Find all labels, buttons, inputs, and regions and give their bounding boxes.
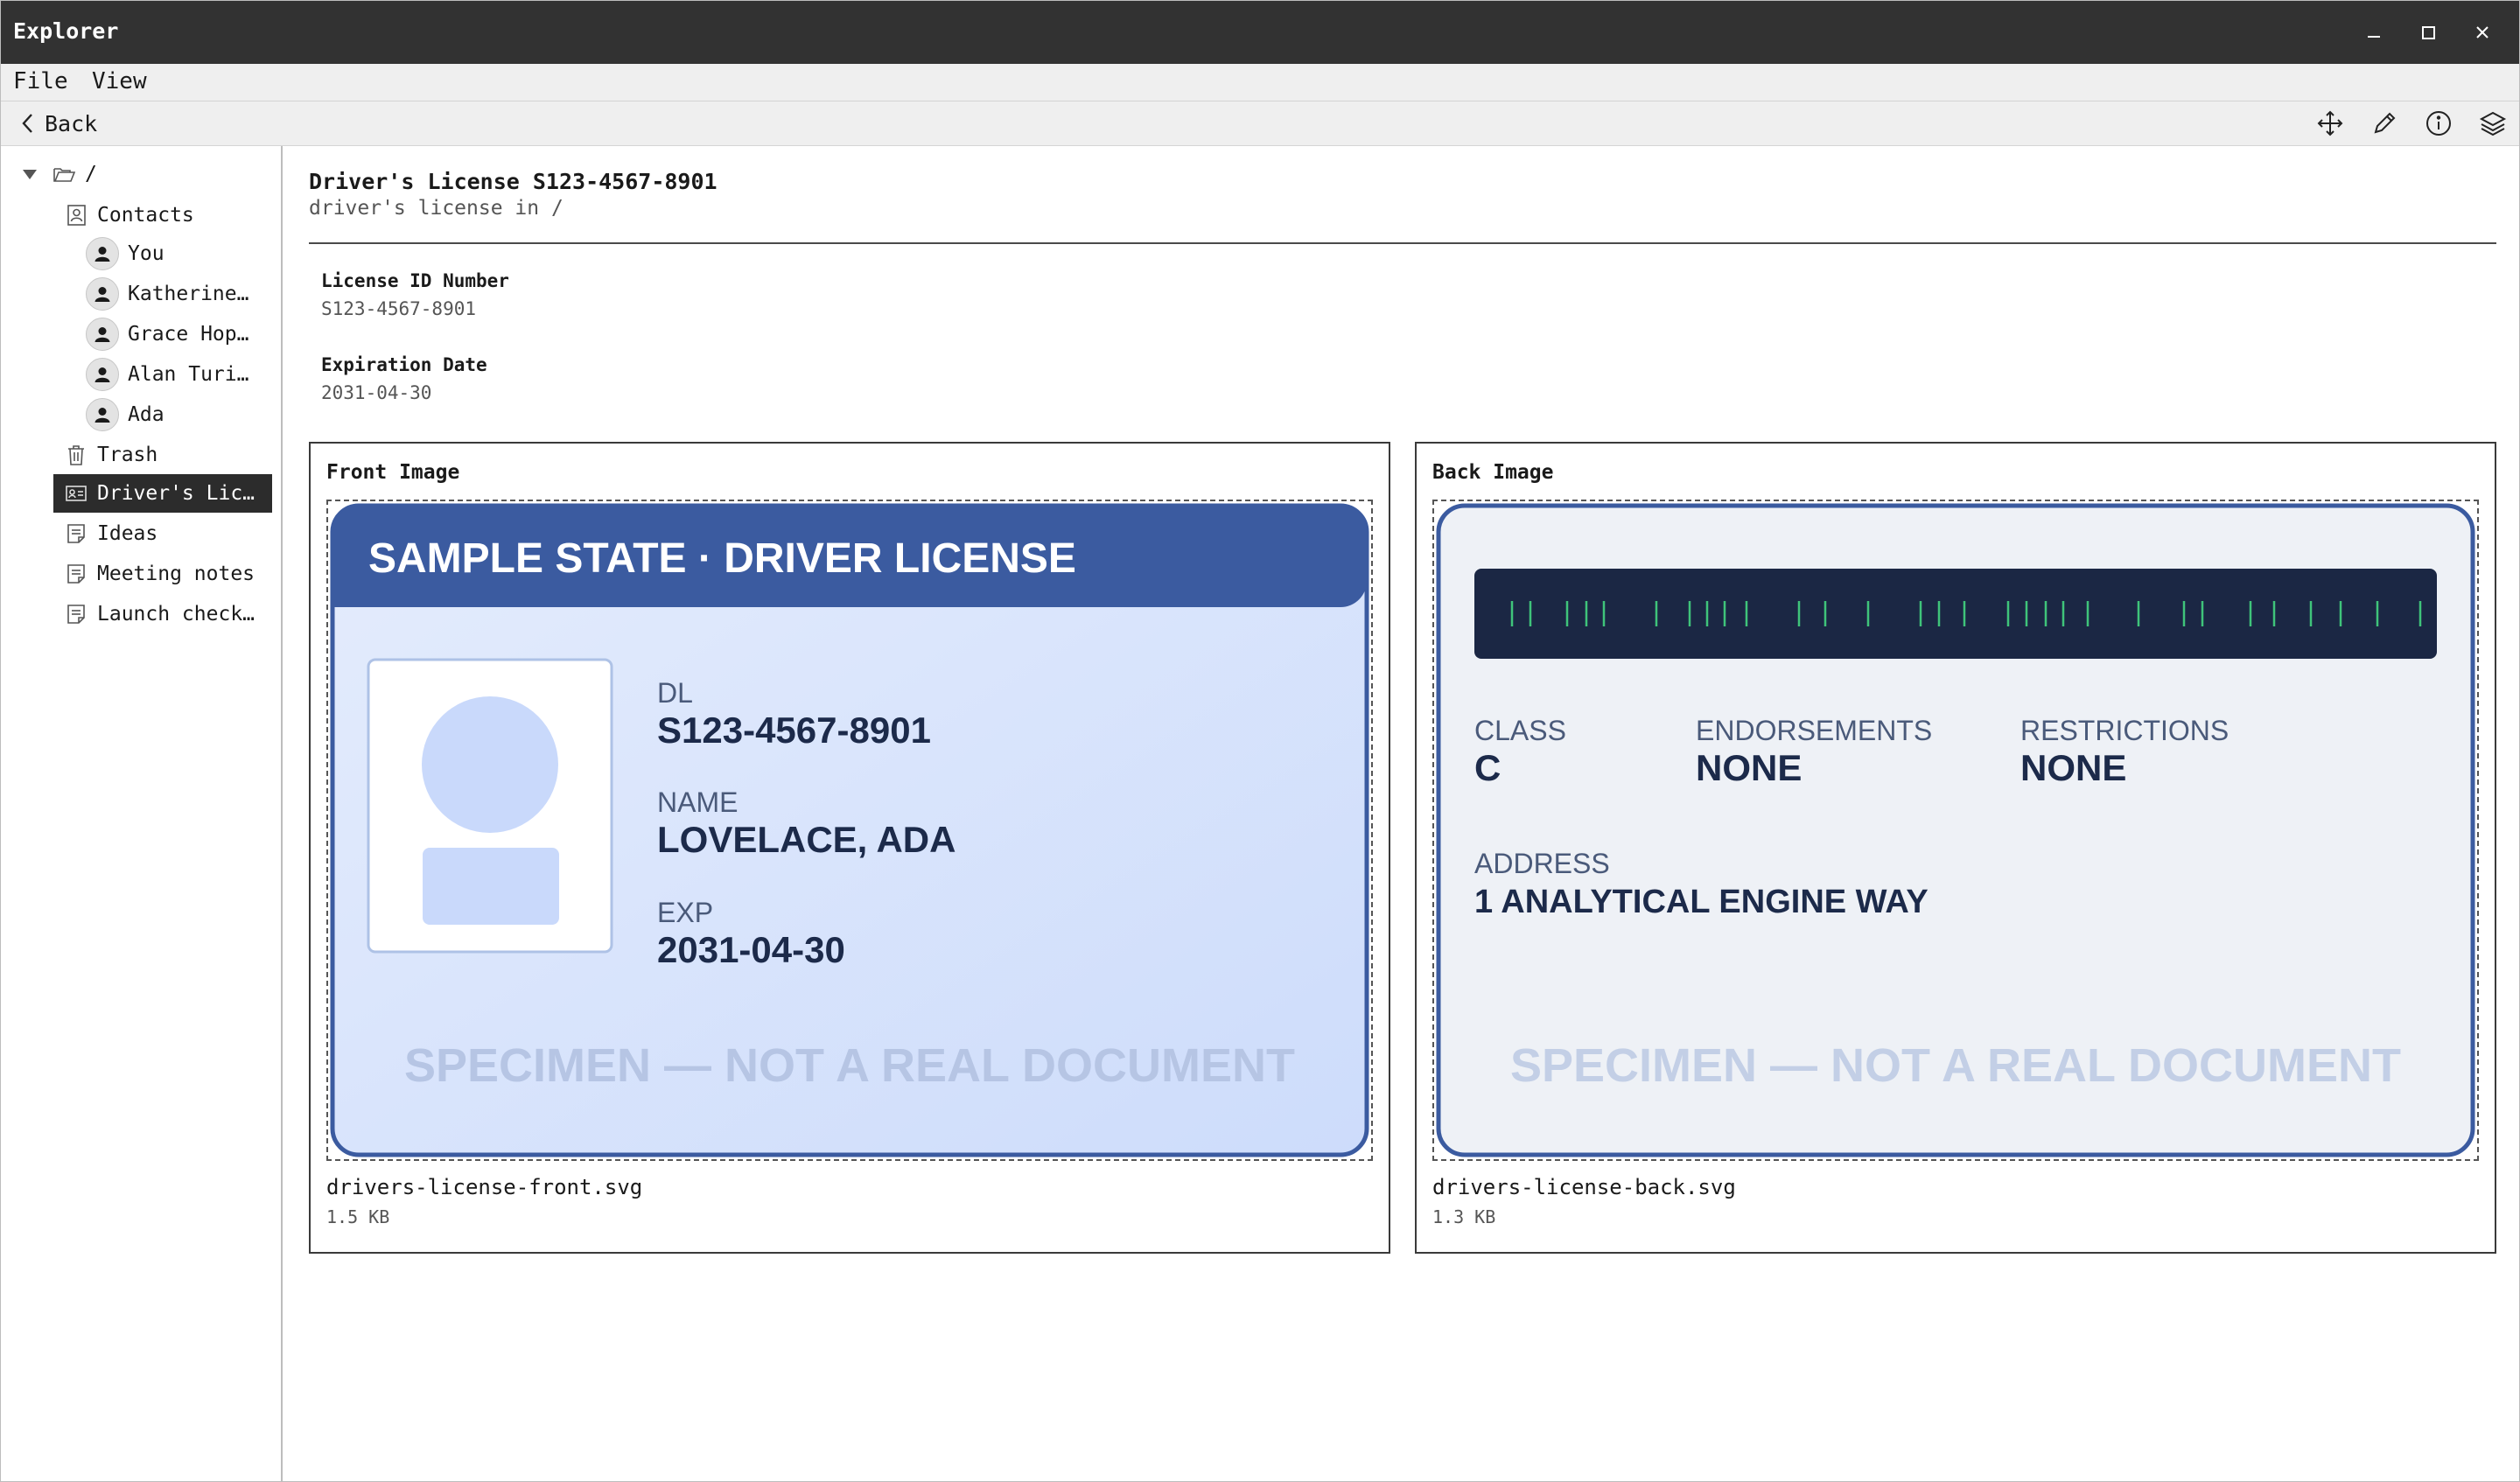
- move-icon[interactable]: [2314, 108, 2346, 139]
- class-value: C: [1474, 747, 1501, 788]
- document-title: Driver's License S123-4567-8901: [309, 169, 718, 194]
- sidebar-item-launch-checklist[interactable]: Launch check…: [64, 595, 255, 633]
- person-icon: [86, 277, 119, 311]
- endorsements-value: NONE: [1696, 747, 1802, 788]
- photo-shoulders: [423, 848, 559, 925]
- layers-icon[interactable]: [2477, 108, 2509, 139]
- sidebar-item-label: Grace Hop…: [128, 323, 249, 346]
- tree-root-label: /: [85, 163, 97, 185]
- name-label: NAME: [657, 786, 738, 818]
- caret-down-icon[interactable]: [20, 164, 39, 184]
- back-file-size: 1.3 KB: [1432, 1206, 1496, 1227]
- sidebar-item-trash[interactable]: Trash: [64, 436, 158, 474]
- restrictions-value: NONE: [2020, 747, 2126, 788]
- sidebar-item-you[interactable]: You: [86, 234, 164, 273]
- exp-label: EXP: [657, 897, 713, 928]
- back-button[interactable]: Back: [18, 108, 97, 139]
- person-icon: [86, 398, 119, 431]
- back-image-panel: Back Image CLASS C ENDORSEMENTS NONE RES…: [1415, 442, 2496, 1254]
- restrictions-label: RESTRICTIONS: [2020, 715, 2229, 746]
- back-panel-title: Back Image: [1432, 461, 1554, 484]
- sidebar-item-katherine[interactable]: Katherine…: [86, 275, 248, 313]
- sidebar-item-ada[interactable]: Ada: [86, 395, 164, 434]
- sidebar-item-grace[interactable]: Grace Hop…: [86, 315, 248, 353]
- sidebar-item-label: Launch check…: [97, 603, 256, 626]
- front-file-name: drivers-license-front.svg: [326, 1175, 643, 1199]
- back-label: Back: [45, 110, 98, 136]
- person-icon: [86, 358, 119, 391]
- exp-value: 2031-04-30: [657, 929, 845, 970]
- menu-file[interactable]: File: [10, 68, 72, 94]
- person-icon: [86, 237, 119, 270]
- maximize-icon[interactable]: [2412, 17, 2444, 48]
- front-image[interactable]: SAMPLE STATE · DRIVER LICENSE DL S123-45…: [326, 500, 1373, 1161]
- sidebar-item-label: Contacts: [97, 204, 194, 227]
- id-card-icon: [64, 481, 88, 506]
- sidebar-item-label: Alan Turi…: [128, 363, 249, 386]
- explorer-window: Explorer File View Back / Contacts You K…: [0, 0, 2520, 1482]
- back-card-graphic: CLASS C ENDORSEMENTS NONE RESTRICTIONS N…: [1436, 503, 2475, 1157]
- front-panel-title: Front Image: [326, 461, 460, 484]
- folder-open-icon: [52, 162, 76, 186]
- sidebar-item-label: Meeting notes: [97, 563, 256, 585]
- specimen-watermark: SPECIMEN — NOT A REAL DOCUMENT: [1510, 1039, 2401, 1092]
- menu-view[interactable]: View: [88, 68, 150, 94]
- sidebar-item-contacts[interactable]: Contacts: [64, 196, 194, 234]
- name-value: LOVELACE, ADA: [657, 819, 956, 860]
- contacts-icon: [64, 203, 88, 227]
- expiration-label: Expiration Date: [321, 354, 487, 375]
- note-icon: [64, 521, 88, 546]
- back-file-name: drivers-license-back.svg: [1432, 1175, 1736, 1199]
- sidebar-item-alan[interactable]: Alan Turi…: [86, 355, 248, 394]
- toolbar: Back: [1, 101, 2519, 146]
- window-title: Explorer: [13, 18, 119, 44]
- title-divider: [309, 242, 2496, 244]
- close-icon[interactable]: [2467, 17, 2498, 48]
- minimize-icon[interactable]: [2358, 17, 2390, 48]
- tree-root[interactable]: /: [20, 155, 97, 193]
- sidebar-item-drivers-license[interactable]: Driver's Lic…: [53, 474, 272, 513]
- main-content: Driver's License S123-4567-8901 driver's…: [283, 146, 2519, 1481]
- card-header-text: SAMPLE STATE · DRIVER LICENSE: [368, 535, 1076, 582]
- chevron-left-icon: [22, 114, 32, 133]
- person-icon: [86, 318, 119, 351]
- sidebar-tree: / Contacts You Katherine… Grace Hop… Ala…: [1, 146, 283, 1481]
- front-file-size: 1.5 KB: [326, 1206, 390, 1227]
- sidebar-item-label: Trash: [97, 444, 158, 466]
- sidebar-item-label: Driver's Lic…: [97, 482, 256, 505]
- note-icon: [64, 602, 88, 626]
- expiration-value: 2031-04-30: [321, 382, 432, 403]
- specimen-watermark: SPECIMEN — NOT A REAL DOCUMENT: [404, 1039, 1295, 1092]
- trash-icon: [64, 443, 88, 467]
- front-image-panel: Front Image SAMPLE STATE · DRIVER LICENS…: [309, 442, 1390, 1254]
- sidebar-item-ideas[interactable]: Ideas: [64, 514, 158, 553]
- note-icon: [64, 562, 88, 586]
- sidebar-item-label: You: [128, 242, 164, 265]
- address-value: 1 ANALYTICAL ENGINE WAY: [1474, 884, 1928, 920]
- sidebar-item-meeting-notes[interactable]: Meeting notes: [64, 555, 255, 593]
- magnetic-stripe: [1474, 569, 2437, 659]
- dl-label: DL: [657, 677, 693, 709]
- endorsements-label: ENDORSEMENTS: [1696, 715, 1932, 746]
- sidebar-item-label: Ada: [128, 403, 164, 426]
- address-label: ADDRESS: [1474, 848, 1610, 879]
- back-image[interactable]: CLASS C ENDORSEMENTS NONE RESTRICTIONS N…: [1432, 500, 2479, 1161]
- title-bar: Explorer: [1, 1, 2519, 64]
- photo-head: [422, 696, 558, 833]
- sidebar-item-label: Katherine…: [128, 283, 249, 305]
- class-label: CLASS: [1474, 715, 1566, 746]
- license-id-value: S123-4567-8901: [321, 298, 477, 319]
- license-id-label: License ID Number: [321, 270, 509, 291]
- sidebar-item-label: Ideas: [97, 522, 158, 545]
- info-icon[interactable]: [2423, 108, 2454, 139]
- pencil-icon[interactable]: [2369, 108, 2400, 139]
- front-card-graphic: SAMPLE STATE · DRIVER LICENSE DL S123-45…: [330, 503, 1369, 1157]
- document-subtitle: driver's license in /: [309, 197, 564, 220]
- dl-value: S123-4567-8901: [657, 710, 931, 751]
- menu-bar: File View: [1, 64, 2519, 101]
